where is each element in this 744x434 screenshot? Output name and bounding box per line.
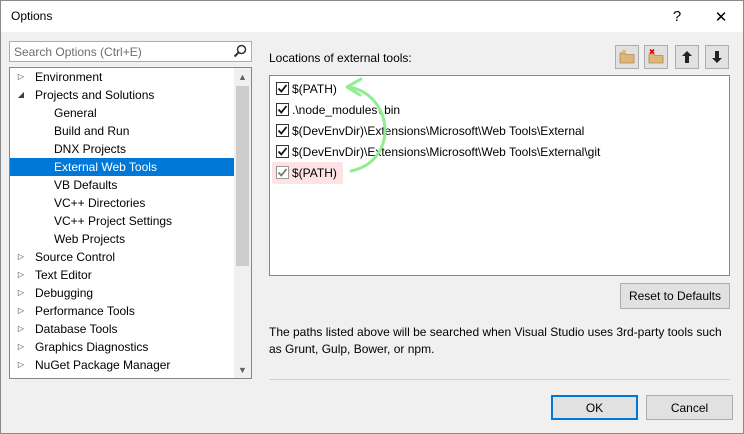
- expand-arrow-icon[interactable]: ▷: [16, 266, 26, 284]
- checkmark-icon: [277, 126, 288, 135]
- options-tree: ▷ Environment ◢ Projects and Solutions Gener…: [9, 67, 252, 379]
- help-button[interactable]: ?: [655, 1, 699, 32]
- expand-arrow-icon[interactable]: ▷: [16, 68, 26, 86]
- path-row[interactable]: .\node_modules\.bin: [276, 101, 400, 119]
- tree-item-label: DNX Projects: [54, 142, 127, 156]
- path-row[interactable]: $(PATH): [276, 80, 337, 98]
- tree-item-label: Debugging: [35, 286, 94, 300]
- tree-item[interactable]: ▷ Performance Tools: [10, 302, 234, 320]
- path-row[interactable]: $(DevEnvDir)\Extensions\Microsoft\Web To…: [276, 143, 600, 161]
- tree-item[interactable]: External Web Tools: [10, 158, 234, 176]
- tree-item[interactable]: ▷ Source Control: [10, 248, 234, 266]
- tree-item[interactable]: Build and Run: [10, 122, 234, 140]
- ok-button[interactable]: OK: [551, 395, 638, 420]
- tree-item[interactable]: ▷ Environment: [10, 68, 234, 86]
- tree-item[interactable]: ▷ Database Tools: [10, 320, 234, 338]
- tree-item-label: General: [54, 106, 97, 120]
- search-box: [9, 41, 252, 62]
- search-input[interactable]: [10, 42, 230, 61]
- title-bar: Options ? ✕: [1, 1, 743, 32]
- tree-item[interactable]: VC++ Project Settings: [10, 212, 234, 230]
- tree-scrollbar[interactable]: ▲ ▼: [234, 68, 251, 378]
- tree-item[interactable]: Web Projects: [10, 230, 234, 248]
- tree-item[interactable]: ▷ Debugging: [10, 284, 234, 302]
- tree-item[interactable]: General: [10, 104, 234, 122]
- expand-arrow-icon[interactable]: ▷: [16, 284, 26, 302]
- scroll-up-button[interactable]: ▲: [234, 68, 251, 85]
- paths-list: $(PATH) .\node_modules\.bin $(DevEnvDir)\E…: [269, 75, 730, 276]
- options-dialog: Options ? ✕ ▷ Environment ◢ Projects and So…: [0, 0, 744, 434]
- search-icon[interactable]: [233, 44, 247, 58]
- scroll-thumb[interactable]: [236, 86, 249, 266]
- arrow-up-icon: [682, 51, 692, 63]
- cancel-button[interactable]: Cancel: [646, 395, 733, 420]
- expand-arrow-icon[interactable]: ▷: [16, 320, 26, 338]
- path-text: $(DevEnvDir)\Extensions\Microsoft\Web To…: [292, 145, 601, 159]
- tree-item-label: VB Defaults: [54, 178, 118, 192]
- delete-path-button[interactable]: [644, 45, 668, 69]
- tree-item[interactable]: VB Defaults: [10, 176, 234, 194]
- tree-item[interactable]: ▷ Text Editor: [10, 266, 234, 284]
- locations-label: Locations of external tools:: [269, 51, 412, 65]
- delete-folder-icon: [648, 49, 664, 64]
- tree-item[interactable]: ▷ Graphics Diagnostics: [10, 338, 234, 356]
- tree-item-label: External Web Tools: [54, 160, 157, 174]
- checkmark-icon: [277, 84, 288, 93]
- path-checkbox[interactable]: [276, 124, 289, 137]
- checkmark-icon: [277, 147, 288, 156]
- expand-arrow-icon[interactable]: ▷: [16, 338, 26, 356]
- path-row[interactable]: $(DevEnvDir)\Extensions\Microsoft\Web To…: [276, 122, 584, 140]
- window-title: Options: [11, 9, 53, 23]
- tree-item-label: VC++ Project Settings: [54, 214, 173, 228]
- path-checkbox[interactable]: [276, 145, 289, 158]
- path-text: $(PATH): [292, 166, 337, 180]
- path-checkbox[interactable]: [276, 82, 289, 95]
- tree-item[interactable]: ▷ NuGet Package Manager: [10, 356, 234, 374]
- tree-item-label: Source Control: [35, 250, 116, 264]
- tree-item-label: Text Editor: [35, 268, 92, 282]
- tree-item-label: Build and Run: [54, 124, 130, 138]
- tree-item-label: VC++ Directories: [54, 196, 146, 210]
- close-button[interactable]: ✕: [699, 1, 743, 32]
- close-icon: ✕: [714, 8, 728, 26]
- tree-item-label: Database Tools: [35, 322, 118, 336]
- add-path-button[interactable]: [615, 45, 639, 69]
- tree-item-label: Web Projects: [54, 232, 126, 246]
- tree-item[interactable]: ◢ Projects and Solutions: [10, 86, 234, 104]
- path-row[interactable]: $(PATH): [272, 162, 343, 184]
- move-down-button[interactable]: [705, 45, 729, 69]
- checkmark-icon: [277, 168, 288, 177]
- tree-item-label: Performance Tools: [35, 304, 135, 318]
- tree-item-label: Environment: [35, 70, 103, 84]
- divider: [269, 379, 730, 380]
- arrow-down-icon: [712, 51, 722, 63]
- description-text: The paths listed above will be searched …: [269, 325, 722, 356]
- path-text: $(PATH): [292, 82, 337, 96]
- expand-arrow-icon[interactable]: ▷: [16, 302, 26, 320]
- reset-to-defaults-button[interactable]: Reset to Defaults: [620, 283, 730, 309]
- path-checkbox[interactable]: [276, 103, 289, 116]
- chevron-down-icon: ▼: [238, 364, 247, 375]
- tree-list: ▷ Environment ◢ Projects and Solutions Gener…: [10, 68, 234, 378]
- expand-arrow-icon[interactable]: ▷: [16, 248, 26, 266]
- tree-item[interactable]: DNX Projects: [10, 140, 234, 158]
- tree-item-label: Graphics Diagnostics: [35, 340, 149, 354]
- new-folder-icon: [619, 49, 635, 64]
- expand-arrow-icon[interactable]: ▷: [16, 356, 26, 374]
- tree-item-label: Projects and Solutions: [35, 88, 155, 102]
- path-checkbox[interactable]: [276, 166, 289, 179]
- checkmark-icon: [277, 105, 288, 114]
- move-up-button[interactable]: [675, 45, 699, 69]
- help-icon: ?: [672, 8, 682, 25]
- tree-item[interactable]: VC++ Directories: [10, 194, 234, 212]
- scroll-down-button[interactable]: ▼: [234, 361, 251, 378]
- collapse-arrow-icon[interactable]: ◢: [16, 86, 26, 104]
- tree-item-label: NuGet Package Manager: [35, 358, 171, 372]
- path-text: .\node_modules\.bin: [292, 103, 401, 117]
- chevron-up-icon: ▲: [238, 71, 247, 82]
- path-text: $(DevEnvDir)\Extensions\Microsoft\Web To…: [292, 124, 585, 138]
